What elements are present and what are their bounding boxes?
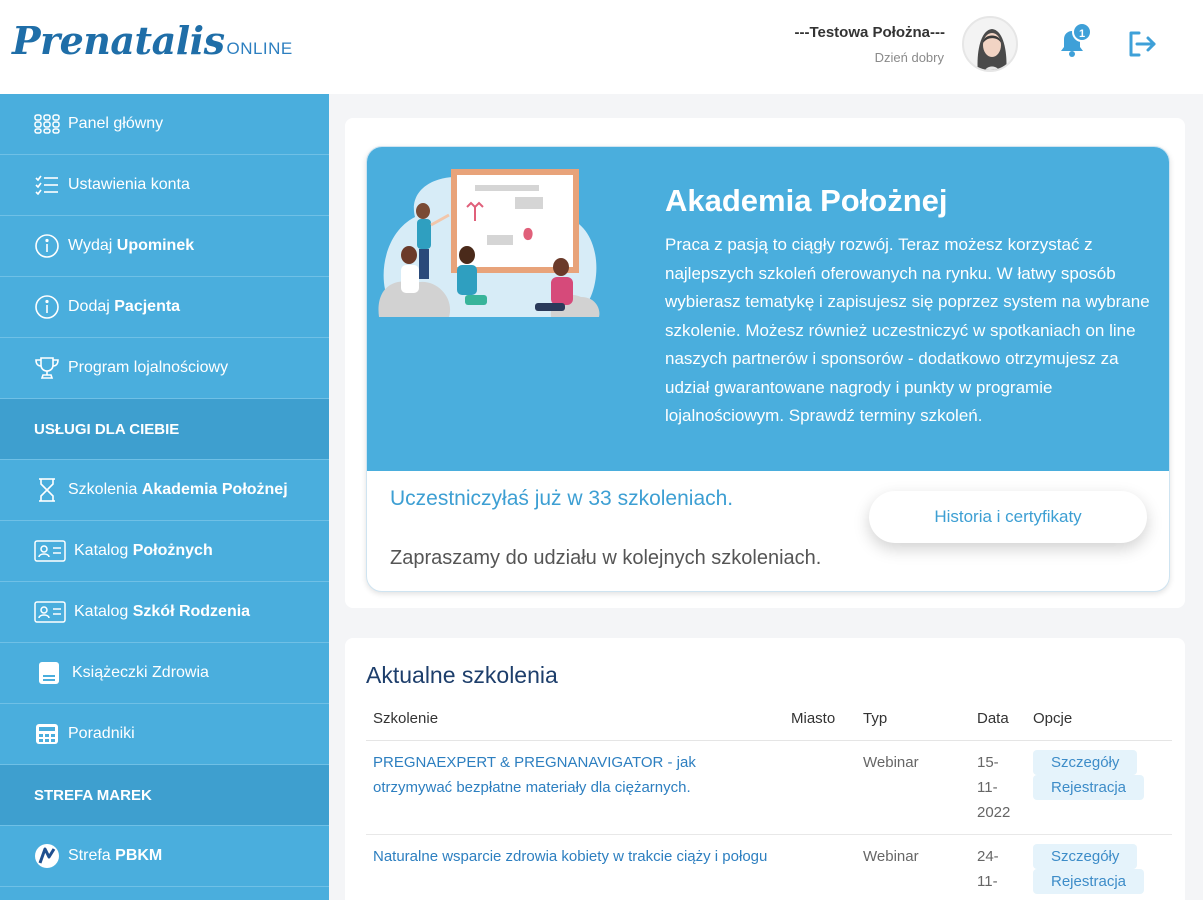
sidebar-item-gift[interactable]: Wydaj Upominek xyxy=(0,216,329,277)
main-content: Akademia Położnej Praca z pasją to ciągł… xyxy=(329,94,1203,900)
training-city xyxy=(784,740,856,835)
table-row: PREGNAEXPERT & PREGNANAVIGATOR - jak otr… xyxy=(366,740,1172,835)
current-trainings-card: Aktualne szkolenia Szkolenie Miasto Typ … xyxy=(345,638,1185,900)
column-header: Typ xyxy=(856,698,970,741)
info-icon xyxy=(34,233,60,259)
sidebar-item-health-booklets[interactable]: Książeczki Zdrowia xyxy=(0,643,329,704)
sidebar-item-label: Strefa PBKM xyxy=(68,847,163,864)
training-date: 15-11-2022 xyxy=(970,740,1026,835)
register-button[interactable]: Rejestracja xyxy=(1033,868,1145,894)
column-header: Opcje xyxy=(1026,698,1172,741)
invite-text: Zapraszamy do udziału w kolejnych szkole… xyxy=(390,547,822,569)
hero-description: Praca z pasją to ciągły rozwój. Teraz mo… xyxy=(665,235,1150,425)
trophy-icon xyxy=(34,355,60,381)
column-header: Miasto xyxy=(784,698,856,741)
logo-text: Prenatalis xyxy=(12,18,225,63)
sidebar-item-label: Program lojalnościowy xyxy=(68,359,229,376)
training-type: Webinar xyxy=(856,834,970,900)
training-options: Szczegóły Rejestracja xyxy=(1026,834,1172,900)
table-row: Naturalne wsparcie zdrowia kobiety w tra… xyxy=(366,834,1172,900)
sidebar-item-label: Panel główny xyxy=(68,115,164,132)
id-card-icon xyxy=(34,599,66,625)
sidebar-item-schools-catalog[interactable]: Katalog Szkół Rodzenia xyxy=(0,582,329,643)
academy-hero: Akademia Położnej Praca z pasją to ciągł… xyxy=(366,146,1170,592)
sidebar-item-add-patient[interactable]: Dodaj Pacjenta xyxy=(0,277,329,338)
pbkm-logo-icon xyxy=(34,843,60,869)
sidebar-item-guides[interactable]: Poradniki xyxy=(0,704,329,765)
id-card-icon xyxy=(34,538,66,564)
trainings-table: Szkolenie Miasto Typ Data Opcje PREGNAEX… xyxy=(366,698,1172,900)
sidebar-item-loyalty[interactable]: Program lojalnościowy xyxy=(0,338,329,399)
sidebar-item-label: Poradniki xyxy=(68,725,135,742)
training-count-text: Uczestniczyłaś już w 33 szkoleniach. xyxy=(390,487,734,510)
sidebar-item-pbkm[interactable]: Strefa PBKM xyxy=(0,826,329,887)
details-button[interactable]: Szczegóły xyxy=(1033,843,1138,869)
sidebar-item-label: Katalog Szkół Rodzenia xyxy=(74,603,251,620)
training-options: Szczegóły Rejestracja xyxy=(1026,740,1172,835)
logo-subtext: ONLINE xyxy=(226,39,293,58)
details-button[interactable]: Szczegóły xyxy=(1033,749,1138,775)
history-certificates-button[interactable]: Historia i certyfikaty xyxy=(869,491,1147,543)
sidebar-item-label: Katalog Położnych xyxy=(74,542,213,559)
sidebar-item-panel[interactable]: Panel główny xyxy=(0,94,329,155)
column-header: Szkolenie xyxy=(366,698,784,741)
sidebar-item-midwives-catalog[interactable]: Katalog Położnych xyxy=(0,521,329,582)
training-title-link[interactable]: PREGNAEXPERT & PREGNANAVIGATOR - jak otr… xyxy=(366,740,784,835)
calculator-icon xyxy=(34,721,60,747)
sidebar: Panel główny Ustawienia konta Wydaj Upom… xyxy=(0,94,329,900)
sidebar-section-services: USŁUGI DLA CIEBIE xyxy=(0,399,329,460)
hourglass-icon xyxy=(34,477,60,503)
hero-banner: Akademia Położnej Praca z pasją to ciągł… xyxy=(367,147,1169,471)
register-button[interactable]: Rejestracja xyxy=(1033,774,1145,800)
logout-icon[interactable] xyxy=(1124,26,1160,62)
table-header-row: Szkolenie Miasto Typ Data Opcje xyxy=(366,698,1172,741)
column-header: Data xyxy=(970,698,1026,741)
user-name: ---Testowa Położna--- xyxy=(794,24,945,41)
sidebar-item-label: Dodaj Pacjenta xyxy=(68,298,181,315)
sidebar-item-label: Ustawienia konta xyxy=(68,176,190,193)
info-icon xyxy=(34,294,60,320)
sidebar-section-brands: STREFA MAREK xyxy=(0,765,329,826)
greeting: Dzień dobry xyxy=(874,50,944,65)
training-type: Webinar xyxy=(856,740,970,835)
notification-badge: 1 xyxy=(1072,22,1092,42)
sidebar-item-settings[interactable]: Ustawienia konta xyxy=(0,155,329,216)
sidebar-item-label: Książeczki Zdrowia xyxy=(72,664,209,681)
sidebar-item-label: Szkolenia Akademia Położnej xyxy=(68,481,288,498)
hero-title: Akademia Położnej xyxy=(665,183,948,218)
grid-icon xyxy=(34,111,60,137)
checklist-icon xyxy=(34,172,60,198)
training-illustration xyxy=(378,169,600,317)
section-title: Aktualne szkolenia xyxy=(366,662,558,688)
top-header: Prenatalis ONLINE ---Testowa Położna--- … xyxy=(0,0,1203,94)
prenatalis-logo[interactable]: Prenatalis ONLINE xyxy=(12,18,293,63)
booklet-icon xyxy=(34,660,64,686)
sidebar-item-academy[interactable]: Szkolenia Akademia Położnej xyxy=(0,460,329,521)
training-date: 24-11-2022 xyxy=(970,834,1026,900)
training-city xyxy=(784,834,856,900)
sidebar-item-label: Wydaj Upominek xyxy=(68,237,195,254)
training-title-link[interactable]: Naturalne wsparcie zdrowia kobiety w tra… xyxy=(366,834,784,900)
avatar[interactable] xyxy=(962,16,1018,72)
